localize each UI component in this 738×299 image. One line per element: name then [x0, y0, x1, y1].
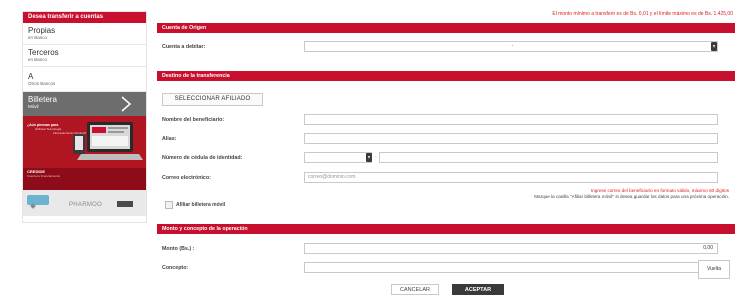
transfer-sidebar: Desea transferir a cuentas Propias en Ba… — [22, 11, 147, 223]
concept-input[interactable] — [304, 262, 718, 273]
sidebar-item-subtitle: Otros Bancos — [28, 81, 56, 86]
laptop-illustration — [73, 122, 143, 160]
sidebar-item-title: Propias — [28, 26, 56, 35]
beneficiary-name-label: Nombre del beneficiario: — [162, 117, 225, 123]
beneficiary-name-input[interactable] — [304, 114, 718, 125]
alias-input[interactable] — [304, 133, 718, 144]
sidebar-item-billetera-movil[interactable]: Billetera Móvil — [23, 92, 146, 116]
promo-logo-subtitle: Cuenta tu financiamiento — [27, 174, 61, 178]
alias-label: Alias: — [162, 136, 177, 142]
debit-account-select[interactable]: - — [304, 41, 718, 52]
affiliate-wallet-label[interactable]: Afiliar billetera móvil — [176, 202, 225, 208]
phone-icon — [27, 195, 49, 205]
sidebar-item-terceros[interactable]: Terceros en Banco — [23, 45, 146, 67]
email-error-message: Ingrese correo del beneficiario en forma… — [590, 188, 729, 193]
email-label: Correo electrónico: — [162, 175, 211, 181]
section-header-destination: Destino de la transferencia — [157, 71, 735, 81]
sidebar-item-title: Terceros — [28, 48, 59, 57]
id-number-label: Número de cédula de identidad: — [162, 155, 243, 161]
amount-input[interactable]: 0,00 — [304, 243, 718, 254]
sidebar-item-otros-bancos[interactable]: A Otros Bancos — [23, 67, 146, 92]
accept-button[interactable]: ACEPTAR — [452, 284, 504, 295]
sidebar-item-subtitle: en Banco — [28, 57, 48, 62]
device-icon — [117, 201, 133, 207]
id-separator: - — [375, 154, 377, 160]
chevron-down-icon[interactable] — [711, 42, 717, 51]
section-header-origin: Cuenta de Origen — [157, 23, 735, 33]
limit-note: El monto mínimo a transferir es de Bs. 0… — [552, 11, 733, 17]
back-button[interactable]: Vuelta — [698, 260, 730, 279]
cancel-button[interactable]: CANCELAR — [391, 284, 439, 295]
id-type-select[interactable] — [304, 152, 372, 163]
select-affiliate-button[interactable]: SELECCIONAR AFILIADO — [162, 93, 263, 106]
affiliate-wallet-checkbox[interactable] — [165, 201, 173, 209]
chevron-right-icon — [121, 96, 132, 112]
debit-account-label: Cuenta a debitar: — [162, 44, 206, 50]
email-input[interactable]: correo@dominio.com — [304, 172, 718, 183]
affiliate-hint: Marque la casilla "Afiliar billetera móv… — [534, 194, 729, 199]
amount-label: Monto (Bs.) : — [162, 246, 195, 252]
concept-label: Concepto: — [162, 265, 189, 271]
id-number-input[interactable] — [379, 152, 718, 163]
sidebar-item-subtitle: en Banco — [28, 35, 48, 40]
sidebar-header: Desea transferir a cuentas — [23, 12, 146, 23]
sidebar-item-propias[interactable]: Propias en Banco — [23, 23, 146, 45]
sidebar-item-title: A — [28, 72, 34, 81]
section-header-amount: Monto y concepto de la operación — [157, 224, 735, 234]
promo-brand: PHARMOO — [69, 202, 103, 208]
chevron-down-icon[interactable] — [366, 153, 372, 162]
promo-banner[interactable]: ¿Aún piensas para disfrutar Tecnología F… — [23, 116, 146, 216]
